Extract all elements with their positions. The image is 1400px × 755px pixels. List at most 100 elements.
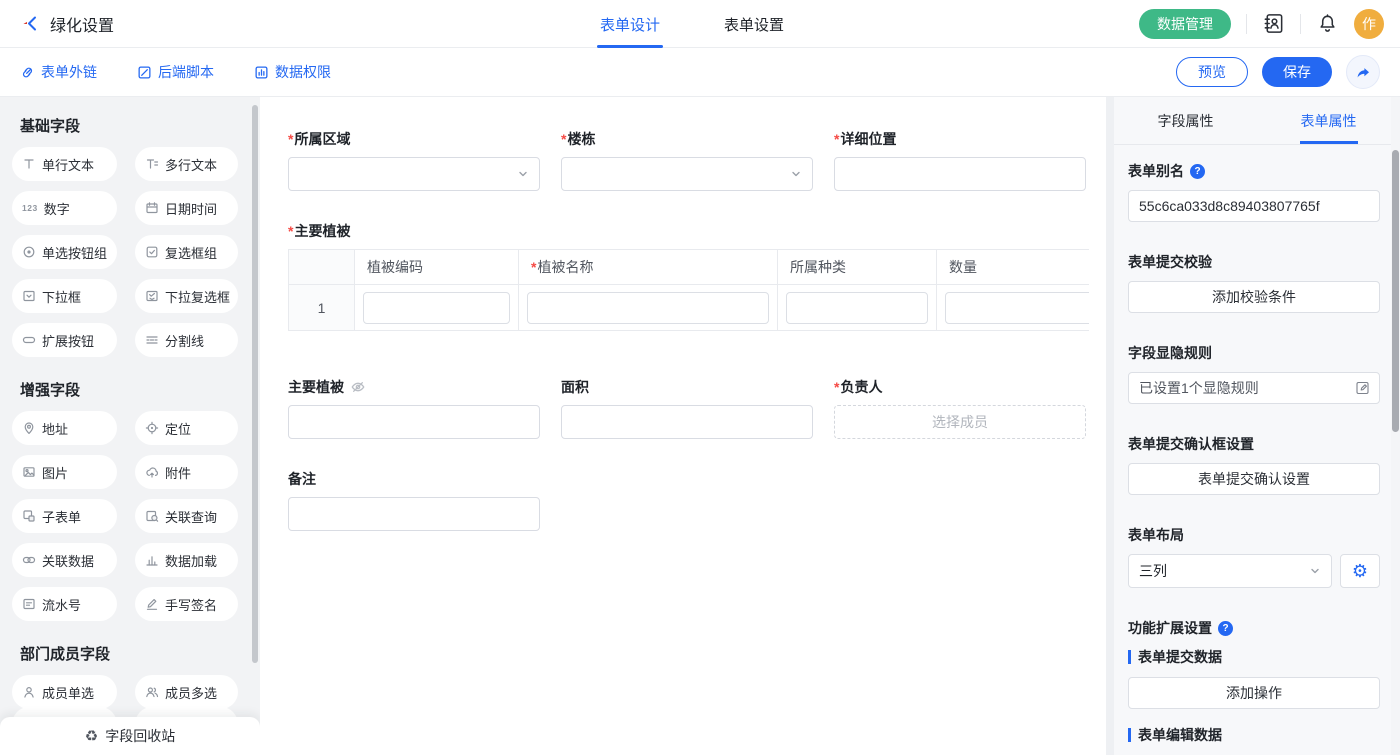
sidebar-scrollbar[interactable] [252, 105, 258, 663]
sidebar-item-label: 成员单选 [42, 683, 94, 702]
backend-script-link[interactable]: 后端脚本 [137, 62, 214, 82]
chevron-down-icon [517, 168, 529, 180]
sidebar-item-label: 日期时间 [165, 199, 217, 218]
vegetation-input[interactable] [288, 405, 540, 439]
toolbar-link-label: 后端脚本 [158, 62, 214, 82]
submit-confirm-label: 表单提交确认框设置 [1128, 434, 1380, 454]
area-select[interactable] [288, 157, 540, 191]
field-recycle-bin[interactable]: ♻ 字段回收站 [0, 717, 260, 755]
share-button[interactable] [1346, 55, 1380, 89]
sidebar-item-radio-group[interactable]: 单选按钮组 [12, 235, 117, 269]
signature-pen-icon [145, 597, 159, 611]
sidebar-item-geolocation[interactable]: 定位 [135, 411, 238, 445]
code-cell-input[interactable] [363, 292, 510, 324]
visibility-rules-box[interactable]: 已设置1个显隐规则 [1128, 372, 1380, 404]
enhanced-fields-grid: 地址 定位 图片 附件 子表单 [12, 411, 260, 621]
name-cell-input[interactable] [527, 292, 769, 324]
sidebar-item-label: 下拉复选框 [165, 287, 230, 306]
properties-panel: 字段属性 表单属性 表单别名 ? 55c6ca033d8c89403807765… [1114, 97, 1400, 755]
header-actions: 数据管理 作 [1139, 9, 1384, 39]
field-area[interactable]: *所属区域 [288, 129, 540, 191]
sidebar-item-member-single[interactable]: 成员单选 [12, 675, 117, 709]
form-alias-input[interactable]: 55c6ca033d8c89403807765f [1128, 190, 1380, 222]
row-index: 1 [289, 285, 355, 330]
field-sidebar: 基础字段 单行文本 多行文本 123 数字 日期时间 [0, 97, 260, 755]
sidebar-item-multi-text[interactable]: 多行文本 [135, 147, 238, 181]
field-label: 主要植被 [288, 377, 540, 397]
species-cell-input[interactable] [786, 292, 928, 324]
target-icon [145, 421, 159, 435]
help-icon[interactable]: ? [1190, 164, 1205, 179]
add-action-button-submit[interactable]: 添加操作 [1128, 677, 1380, 709]
serial-number-icon [22, 597, 36, 611]
form-external-link[interactable]: 表单外链 [20, 62, 97, 82]
sidebar-item-checkbox-group[interactable]: 复选框组 [135, 235, 238, 269]
sidebar-item-label: 分割线 [165, 331, 204, 350]
avatar[interactable]: 作 [1354, 9, 1384, 39]
back-button[interactable]: 绿化设置 [16, 8, 122, 40]
layout-settings-button[interactable]: ⚙ [1340, 554, 1380, 588]
submit-confirm-button[interactable]: 表单提交确认设置 [1128, 463, 1380, 495]
subform-table-row: 1 [289, 285, 1089, 330]
data-manage-button[interactable]: 数据管理 [1139, 9, 1231, 39]
sidebar-item-number[interactable]: 123 数字 [12, 191, 117, 225]
field-building[interactable]: *楼栋 [561, 129, 813, 191]
remark-input[interactable] [288, 497, 540, 531]
sidebar-item-divider-line[interactable]: 分割线 [135, 323, 238, 357]
sidebar-item-member-multi[interactable]: 成员多选 [135, 675, 238, 709]
subform-icon [22, 509, 36, 523]
image-icon [22, 465, 36, 479]
sidebar-item-linked-query[interactable]: 关联查询 [135, 499, 238, 533]
tab-form-design[interactable]: 表单设计 [600, 0, 660, 48]
share-arrow-icon [1355, 65, 1371, 80]
sidebar-item-multi-select[interactable]: 下拉复选框 [135, 279, 238, 313]
data-permission-link[interactable]: 数据权限 [254, 62, 331, 82]
sidebar-item-extend-button[interactable]: 扩展按钮 [12, 323, 117, 357]
form-alias-group: 表单别名 ? 55c6ca033d8c89403807765f [1128, 161, 1380, 222]
field-vegetation[interactable]: 主要植被 [288, 377, 540, 439]
building-select[interactable] [561, 157, 813, 191]
sidebar-item-datetime[interactable]: 日期时间 [135, 191, 238, 225]
sidebar-item-signature[interactable]: 手写签名 [135, 587, 238, 621]
quantity-cell-input[interactable] [945, 292, 1089, 324]
tab-field-properties[interactable]: 字段属性 [1114, 97, 1257, 144]
map-pin-icon [22, 421, 36, 435]
help-icon[interactable]: ? [1218, 621, 1233, 636]
field-location[interactable]: *详细位置 [834, 129, 1086, 191]
address-book-icon[interactable] [1262, 12, 1285, 35]
calendar-icon [145, 201, 159, 215]
edit-icon[interactable] [1355, 380, 1371, 396]
column-header-code: 植被编码 [355, 250, 519, 285]
sidebar-item-subform[interactable]: 子表单 [12, 499, 117, 533]
column-header-species: 所属种类 [778, 250, 937, 285]
location-input[interactable] [834, 157, 1086, 191]
member-picker[interactable]: 选择成员 [834, 405, 1086, 439]
back-chevron-icon [24, 15, 41, 32]
sidebar-item-data-load[interactable]: 数据加载 [135, 543, 238, 577]
size-input[interactable] [561, 405, 813, 439]
save-button[interactable]: 保存 [1262, 57, 1332, 87]
sidebar-item-linked-data[interactable]: 关联数据 [12, 543, 117, 577]
sidebar-item-single-text[interactable]: 单行文本 [12, 147, 117, 181]
layout-select[interactable]: 三列 [1128, 554, 1332, 588]
sidebar-item-label: 定位 [165, 419, 191, 438]
sidebar-item-address[interactable]: 地址 [12, 411, 117, 445]
preview-button[interactable]: 预览 [1176, 57, 1248, 87]
field-remark[interactable]: 备注 [288, 469, 540, 531]
sidebar-item-serial-number[interactable]: 流水号 [12, 587, 117, 621]
field-owner[interactable]: *负责人 选择成员 [834, 377, 1086, 439]
page-scrollbar[interactable] [1392, 150, 1399, 432]
add-validation-button[interactable]: 添加校验条件 [1128, 281, 1380, 313]
tab-form-properties[interactable]: 表单属性 [1257, 97, 1400, 144]
field-vegetation-table[interactable]: *主要植被 植被编码 *植被名称 所属种类 数量 1 [288, 221, 1086, 331]
column-header-quantity: 数量 [937, 250, 1089, 285]
sidebar-item-select[interactable]: 下拉框 [12, 279, 117, 313]
doc-search-icon [145, 509, 159, 523]
main-area: 基础字段 单行文本 多行文本 123 数字 日期时间 [0, 97, 1400, 755]
bell-icon[interactable] [1316, 12, 1339, 35]
sidebar-item-image[interactable]: 图片 [12, 455, 117, 489]
sidebar-item-label: 数据加载 [165, 551, 217, 570]
tab-form-settings[interactable]: 表单设置 [724, 0, 784, 48]
field-size[interactable]: 面积 [561, 377, 813, 439]
sidebar-item-attachment[interactable]: 附件 [135, 455, 238, 489]
